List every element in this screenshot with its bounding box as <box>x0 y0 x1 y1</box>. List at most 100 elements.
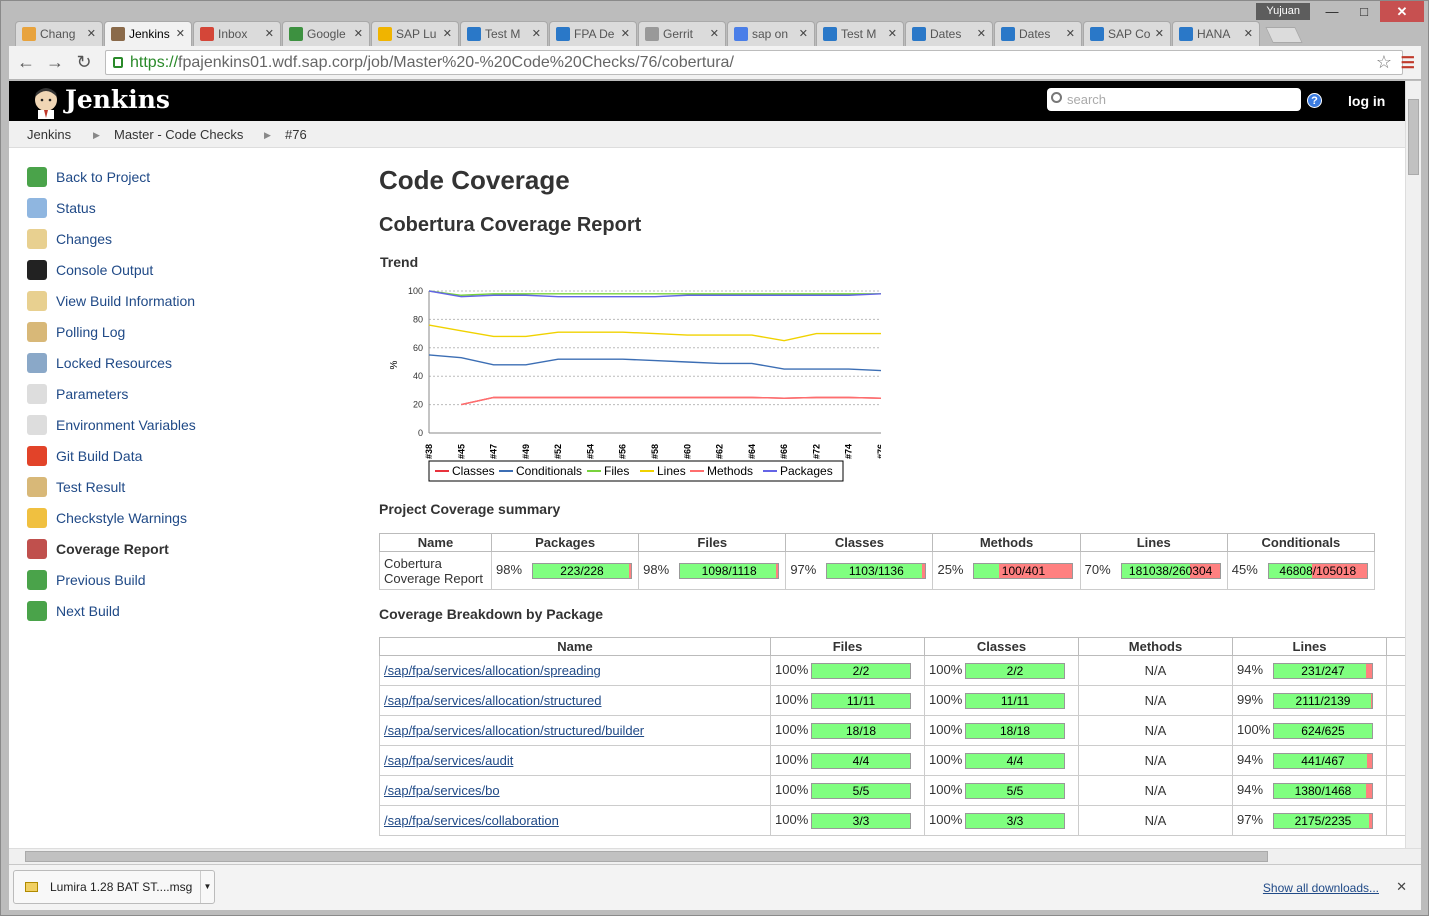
tab-close-icon[interactable]: ✕ <box>710 27 719 40</box>
tab-close-icon[interactable]: ✕ <box>977 27 986 40</box>
table-row: /sap/fpa/services/allocation/structured/… <box>379 715 1405 746</box>
browser-tab[interactable]: FPA De ✕ <box>549 21 637 46</box>
tab-close-icon[interactable]: ✕ <box>354 27 363 40</box>
reload-icon[interactable]: ↻ <box>73 52 95 73</box>
column-header[interactable]: Lines <box>1079 533 1228 552</box>
column-header[interactable]: Files <box>770 637 925 656</box>
bookmark-star-icon[interactable]: ☆ <box>1376 51 1392 74</box>
browser-tab[interactable]: Google ✕ <box>282 21 370 46</box>
coverage-bar: 3/3 <box>965 812 1065 829</box>
column-header[interactable]: Name <box>379 533 492 552</box>
package-link[interactable]: /sap/fpa/services/collaboration <box>384 813 559 828</box>
coverage-percent: 100% <box>929 692 963 708</box>
tab-close-icon[interactable]: ✕ <box>799 27 808 40</box>
browser-tab[interactable]: Test M ✕ <box>816 21 904 46</box>
sidebar-item-view-build-information[interactable]: View Build Information <box>27 290 195 312</box>
column-header[interactable]: Methods <box>932 533 1081 552</box>
browser-tab[interactable]: Test M ✕ <box>460 21 548 46</box>
sidebar-item-environment-variables[interactable]: Environment Variables <box>27 414 196 436</box>
minimize-icon[interactable]: — <box>1316 1 1348 22</box>
tab-close-icon[interactable]: ✕ <box>621 27 630 40</box>
summary-table: Name Packages Files Classes Methods Lines Cond… <box>379 533 1376 590</box>
methods-cell: N/A <box>1078 685 1233 716</box>
overflow-cell <box>1386 805 1405 836</box>
browser-window: Yujuan — □ ✕ Chang ✕ Jenkins ✕ Inbox ✕ Google ✕… <box>0 0 1429 916</box>
sidebar-item-polling-log[interactable]: Polling Log <box>27 321 125 343</box>
url-scheme: https:// <box>130 54 179 71</box>
tab-title: Jenkins <box>129 27 170 41</box>
browser-tab[interactable]: sap on ✕ <box>727 21 815 46</box>
package-link[interactable]: /sap/fpa/services/allocation/spreading <box>384 663 601 678</box>
help-icon[interactable]: ? <box>1307 93 1322 108</box>
jenkins-title[interactable]: Jenkins <box>65 85 170 114</box>
tab-close-icon[interactable]: ✕ <box>1244 27 1253 40</box>
close-downloads-icon[interactable]: ✕ <box>1396 879 1407 895</box>
column-header[interactable]: Name <box>379 637 771 656</box>
browser-tab[interactable]: Jenkins ✕ <box>104 21 192 46</box>
column-header[interactable]: Conditionals <box>1226 533 1376 552</box>
download-menu-icon[interactable]: ▼ <box>200 871 214 903</box>
breadcrumb-jenkins[interactable]: Jenkins <box>27 127 71 142</box>
package-link[interactable]: /sap/fpa/services/allocation/structured/… <box>384 723 644 738</box>
new-tab-button[interactable] <box>1265 27 1303 43</box>
table-row: /sap/fpa/services/allocation/spreading 10… <box>379 655 1405 686</box>
show-all-downloads-link[interactable]: Show all downloads... <box>1263 881 1379 895</box>
column-header[interactable]: Methods <box>1078 637 1233 656</box>
tab-close-icon[interactable]: ✕ <box>265 27 274 40</box>
login-link[interactable]: log in <box>1348 93 1385 109</box>
maximize-icon[interactable]: □ <box>1348 1 1380 22</box>
column-header[interactable]: Packages <box>490 533 640 552</box>
tab-close-icon[interactable]: ✕ <box>87 27 96 40</box>
sidebar-item-checkstyle-warnings[interactable]: Checkstyle Warnings <box>27 507 187 529</box>
legend-label: Methods <box>707 464 753 478</box>
address-bar[interactable]: https://fpajenkins01.wdf.sap.corp/job/Ma… <box>105 50 1403 75</box>
browser-tab[interactable]: Inbox ✕ <box>193 21 281 46</box>
browser-tab[interactable]: SAP Co ✕ <box>1083 21 1171 46</box>
tab-close-icon[interactable]: ✕ <box>443 27 452 40</box>
column-header[interactable]: Classes <box>924 637 1079 656</box>
tab-close-icon[interactable]: ✕ <box>176 27 185 40</box>
sidebar-item-label: Status <box>56 200 96 216</box>
package-link[interactable]: /sap/fpa/services/bo <box>384 783 500 798</box>
y-tick-label: 60 <box>413 343 423 353</box>
tab-close-icon[interactable]: ✕ <box>532 27 541 40</box>
vertical-scrollbar[interactable] <box>1405 81 1421 848</box>
package-link[interactable]: /sap/fpa/services/allocation/structured <box>384 693 602 708</box>
browser-tab[interactable]: HANA ✕ <box>1172 21 1260 46</box>
sidebar-item-changes[interactable]: Changes <box>27 228 112 250</box>
sidebar-item-back-to-project[interactable]: Back to Project <box>27 166 150 188</box>
sidebar-item-parameters[interactable]: Parameters <box>27 383 128 405</box>
sidebar-item-test-result[interactable]: Test Result <box>27 476 125 498</box>
sidebar-item-console-output[interactable]: Console Output <box>27 259 153 281</box>
lock-icon <box>113 57 123 68</box>
sidebar-item-previous-build[interactable]: Previous Build <box>27 569 146 591</box>
browser-tab[interactable]: Chang ✕ <box>15 21 103 46</box>
tab-close-icon[interactable]: ✕ <box>1155 27 1164 40</box>
forward-icon[interactable]: → <box>44 52 66 73</box>
search-input[interactable]: search <box>1047 88 1301 111</box>
breadcrumb-job[interactable]: Master - Code Checks <box>114 127 243 142</box>
download-item[interactable]: Lumira 1.28 BAT ST....msg ▼ <box>13 870 215 904</box>
sidebar-item-locked-resources[interactable]: Locked Resources <box>27 352 172 374</box>
browser-tab[interactable]: Gerrit ✕ <box>638 21 726 46</box>
column-header[interactable]: Classes <box>785 533 934 552</box>
methods-cell: N/A <box>1078 715 1233 746</box>
tab-close-icon[interactable]: ✕ <box>1066 27 1075 40</box>
sidebar-item-coverage-report[interactable]: Coverage Report <box>27 538 169 560</box>
browser-tab[interactable]: Dates ✕ <box>905 21 993 46</box>
sidebar-item-next-build[interactable]: Next Build <box>27 600 120 622</box>
tab-close-icon[interactable]: ✕ <box>888 27 897 40</box>
browser-tab[interactable]: SAP Lu ✕ <box>371 21 459 46</box>
horizontal-scrollbar[interactable] <box>9 848 1421 864</box>
column-header[interactable]: Lines <box>1232 637 1387 656</box>
back-icon[interactable]: ← <box>15 52 37 73</box>
close-window-icon[interactable]: ✕ <box>1380 1 1424 22</box>
browser-tab[interactable]: Dates ✕ <box>994 21 1082 46</box>
package-link[interactable]: /sap/fpa/services/audit <box>384 753 513 768</box>
profile-name[interactable]: Yujuan <box>1256 3 1310 20</box>
column-header[interactable]: Files <box>638 533 787 552</box>
sidebar-item-git-build-data[interactable]: Git Build Data <box>27 445 142 467</box>
sidebar-item-status[interactable]: Status <box>27 197 96 219</box>
chrome-menu-icon[interactable]: ☰ <box>1401 53 1415 73</box>
breadcrumb-build[interactable]: #76 <box>285 127 307 142</box>
